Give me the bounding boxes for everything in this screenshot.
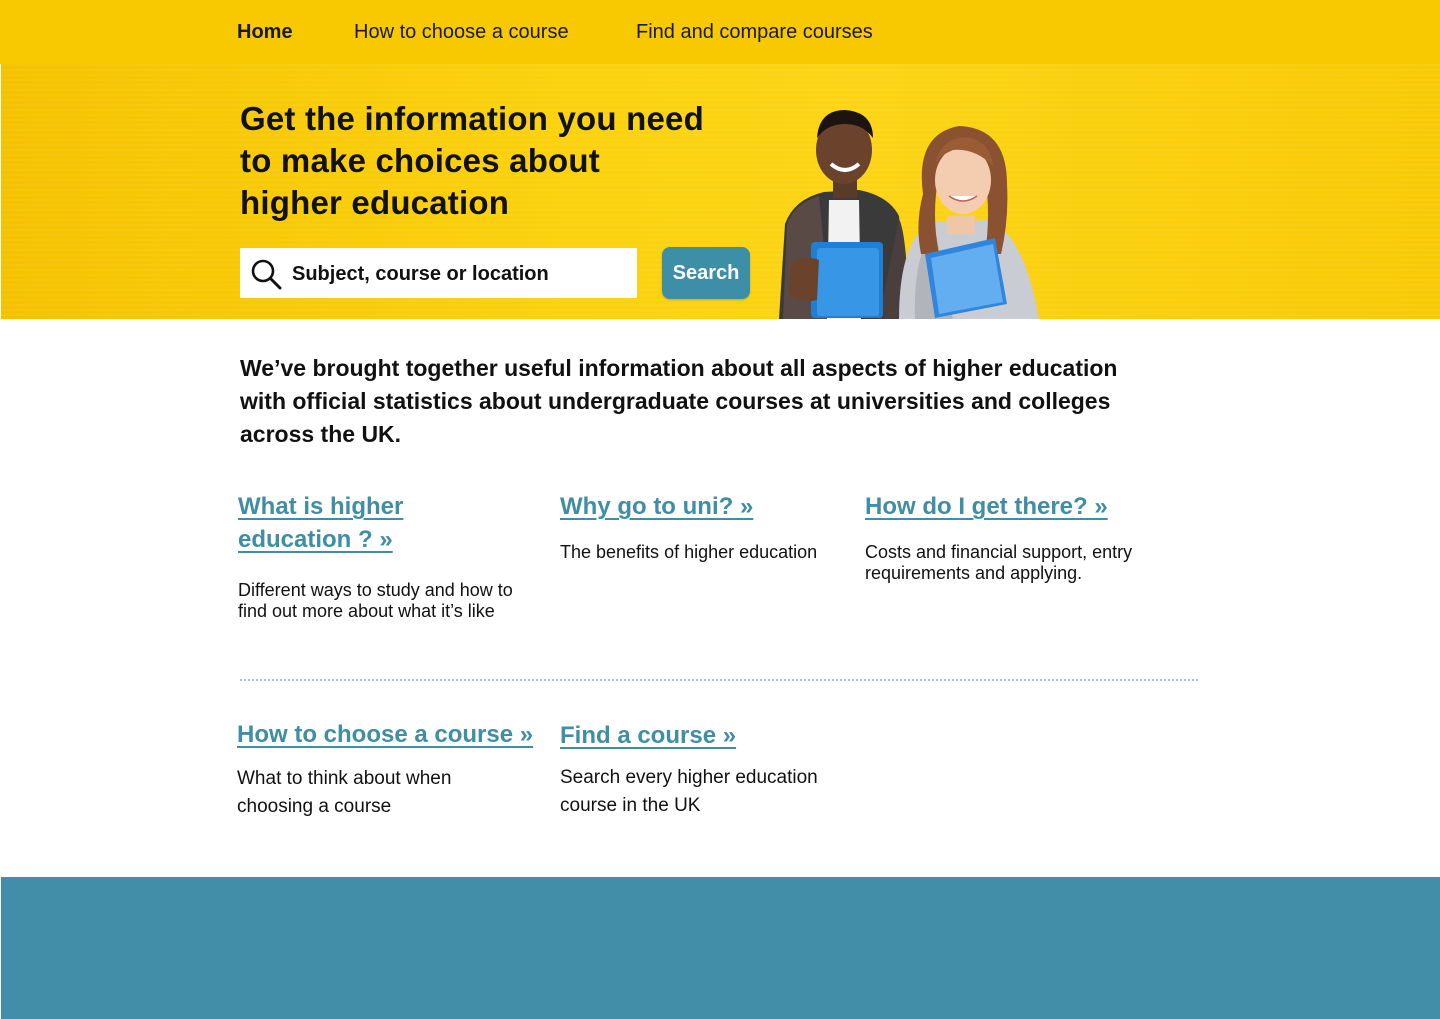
card-description: Different ways to study and how to find … <box>238 580 513 621</box>
section-divider <box>240 679 1198 681</box>
search-input[interactable] <box>290 256 629 292</box>
nav-find-compare-link[interactable]: Find and compare courses <box>636 19 873 45</box>
card-description: What to think about when choosing a cour… <box>237 768 452 817</box>
page-footer <box>1 877 1440 1019</box>
card-link-what-is-he[interactable]: What is higher education ? » <box>238 490 438 556</box>
search-button[interactable]: Search <box>662 247 750 299</box>
card-why-uni: Why go to uni? » The benefits of higher … <box>560 490 850 563</box>
card-description: The benefits of higher education <box>560 542 818 562</box>
students-photo <box>779 110 1039 319</box>
card-description: Search every higher education course in … <box>560 767 818 816</box>
card-link-choose-course[interactable]: How to choose a course » <box>237 718 537 751</box>
card-find-course: Find a course » Search every higher educ… <box>560 719 840 820</box>
female-student-figure <box>899 126 1039 319</box>
hero-banner: Get the information you need to make cho… <box>1 64 1440 319</box>
card-choose-course: How to choose a course » What to think a… <box>237 718 537 821</box>
nav-home-link[interactable]: Home <box>237 19 293 45</box>
card-get-there: How do I get there? » Costs and financia… <box>865 490 1165 584</box>
card-link-get-there[interactable]: How do I get there? » <box>865 490 1165 523</box>
male-student-figure <box>779 110 909 319</box>
intro-text: We’ve brought together useful informatio… <box>240 355 1118 447</box>
search-icon <box>251 259 282 290</box>
hero-title: Get the information you need to make cho… <box>240 100 704 221</box>
card-link-find-course[interactable]: Find a course » <box>560 719 840 752</box>
card-what-is-he: What is higher education ? » Different w… <box>238 490 528 622</box>
card-description: Costs and financial support, entry requi… <box>865 542 1133 583</box>
top-navigation: Home How to choose a course Find and com… <box>0 0 1440 64</box>
search-box <box>240 248 637 298</box>
nav-choose-course-link[interactable]: How to choose a course <box>354 19 569 45</box>
card-link-why-uni[interactable]: Why go to uni? » <box>560 490 850 523</box>
